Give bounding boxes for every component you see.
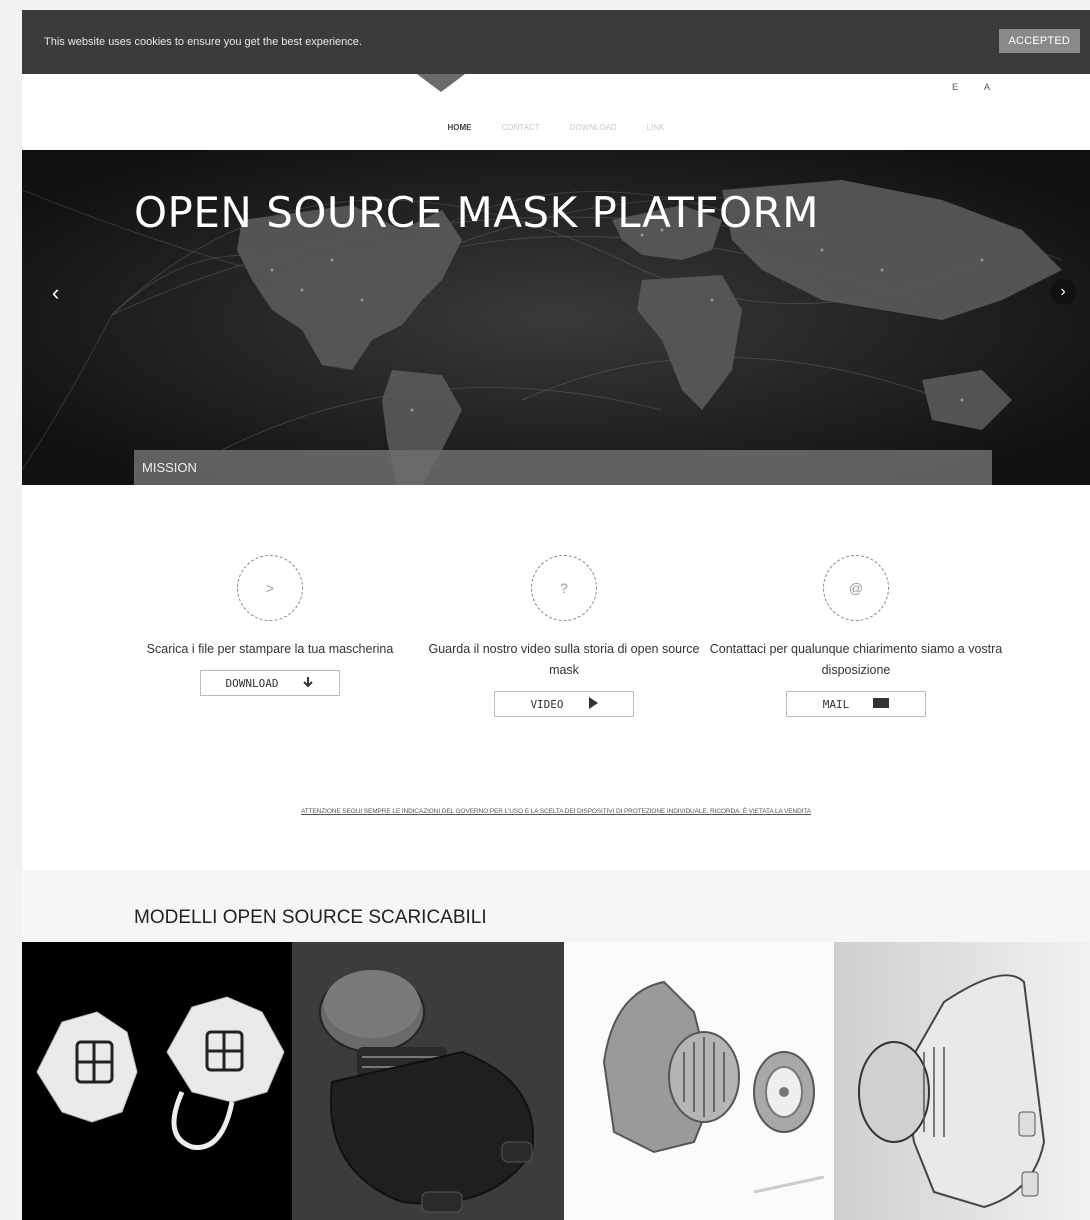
nav-item-download[interactable]: DOWNLOAD [570,123,617,132]
models-title: MODELLI OPEN SOURCE SCARICABILI [134,907,487,928]
video-button[interactable]: VIDEO [494,691,634,717]
hero-caption: MISSION [134,450,992,485]
language-switcher[interactable]: E A [952,82,1002,92]
mail-icon [873,697,890,711]
safety-notice-link[interactable]: ATTENZIONE SEGUI SEMPRE LE INDICAZIONI D… [22,808,1090,815]
main-nav: HOME CONTACT DOWNLOAD LINK [22,123,1090,132]
model-tile[interactable] [22,942,292,1220]
feature-text: Scarica i file per stampare la tua masch… [146,642,394,656]
button-label: MAIL [822,697,850,711]
hero-title: OPEN SOURCE MASK PLATFORM [134,188,819,237]
dark-respirator-image [319,970,535,1213]
nav-item-home[interactable]: HOME [448,123,472,132]
models-gallery [22,942,1090,1220]
silver-mask-image [834,942,1090,1220]
feature-download: > Scarica i file per stampare la tua mas… [120,555,420,696]
play-icon [588,696,598,712]
model-tile[interactable] [292,942,564,1220]
arrow-right-icon: > [237,555,303,621]
hero-carousel: OPEN SOURCE MASK PLATFORM ‹ › MISSION [22,150,1090,485]
carousel-next-icon[interactable]: › [1050,279,1076,305]
accept-cookies-button[interactable]: ACCEPTED [998,29,1080,53]
carousel-prev-icon[interactable]: ‹ [52,280,59,306]
nav-item-link[interactable]: LINK [647,123,665,132]
feature-text: Contattaci per qualunque chiarimento sia… [709,642,1003,677]
page: This website uses cookies to ensure you … [22,10,1090,1220]
white-mask-image [36,996,285,1150]
model-tile[interactable] [564,942,834,1220]
model-tile[interactable] [834,942,1090,1220]
nav-item-contact[interactable]: CONTACT [502,123,540,132]
feature-mail: @ Contattaci per qualunque chiarimento s… [706,555,1006,717]
logo[interactable] [417,74,465,92]
download-button[interactable]: DOWNLOAD [200,670,340,696]
feature-text: Guarda il nostro video sulla storia di o… [428,642,700,677]
cookie-bar: This website uses cookies to ensure you … [22,10,1090,74]
at-sign-icon: @ [823,555,889,621]
feature-video: ? Guarda il nostro video sulla storia di… [414,555,714,717]
cookie-message: This website uses cookies to ensure you … [44,36,362,48]
grey-mask-with-filter-image [602,980,825,1194]
download-arrow-icon [302,676,314,691]
question-icon: ? [531,555,597,621]
mail-button[interactable]: MAIL [786,691,926,717]
button-label: DOWNLOAD [225,676,279,690]
button-label: VIDEO [530,697,564,711]
